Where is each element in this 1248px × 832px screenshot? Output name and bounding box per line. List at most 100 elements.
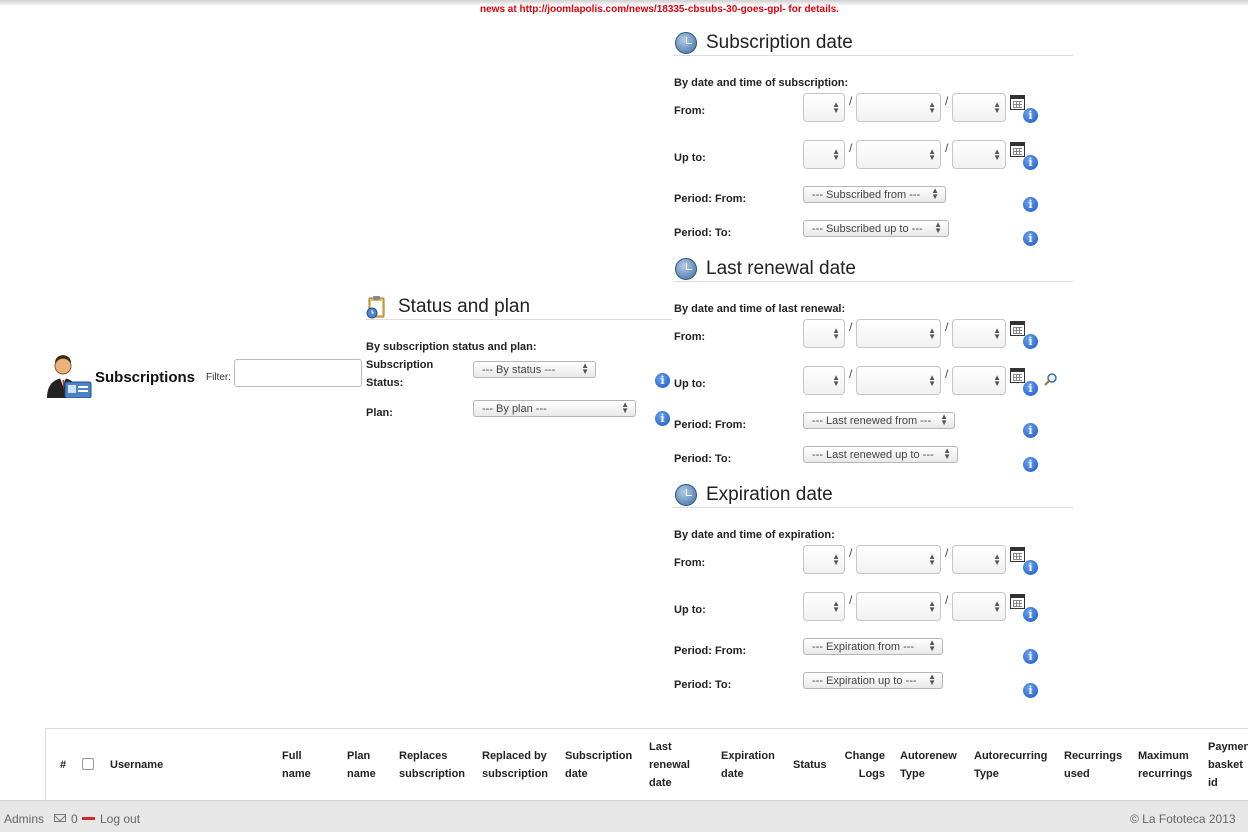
envelope-icon[interactable]: [54, 814, 66, 822]
month-select[interactable]: ▲ ▼: [856, 592, 941, 621]
month-select[interactable]: ▲ ▼: [856, 366, 941, 395]
column-change-logs[interactable]: Change Logs: [843, 747, 885, 783]
status-plan-subtitle: By subscription status and plan:: [366, 341, 537, 353]
select-arrows-icon: ▲ ▼: [621, 400, 629, 415]
select-arrows-icon: ▲ ▼: [928, 100, 936, 115]
column-payment-basket[interactable]: Paymen basket id: [1208, 738, 1248, 792]
status-select[interactable]: --- By status --- ▲ ▼: [473, 361, 596, 378]
info-icon[interactable]: i: [1023, 197, 1038, 212]
plan-select[interactable]: --- By plan --- ▲ ▼: [473, 400, 636, 417]
news-notice[interactable]: news at http://joomlapolis.com/news/1833…: [480, 4, 839, 15]
select-arrows-icon: ▲ ▼: [993, 147, 1001, 162]
select-arrows-icon: ▲ ▼: [832, 326, 840, 341]
select-arrows-icon: ▲ ▼: [928, 326, 936, 341]
column-username[interactable]: Username: [110, 756, 163, 774]
select-arrows-icon: ▲ ▼: [928, 552, 936, 567]
day-select[interactable]: ▲ ▼: [803, 366, 845, 395]
day-select[interactable]: ▲ ▼: [803, 319, 845, 348]
year-select[interactable]: ▲ ▼: [952, 545, 1006, 574]
info-icon[interactable]: i: [1023, 108, 1038, 123]
user-card-icon: [47, 355, 92, 398]
year-select[interactable]: ▲ ▼: [952, 93, 1006, 122]
column-status[interactable]: Status: [793, 756, 827, 774]
subscription-status-label-2: Status:: [366, 377, 404, 389]
date-separator: /: [849, 367, 853, 381]
select-arrows-icon: ▲ ▼: [940, 412, 948, 427]
info-icon[interactable]: i: [1023, 381, 1038, 396]
column-autorecurring-type[interactable]: Autorecurring Type: [974, 747, 1047, 783]
expiration-from-select[interactable]: --- Expiration from --- ▲ ▼: [803, 638, 943, 655]
column-full-name[interactable]: Full name: [282, 747, 311, 783]
select-arrows-icon: ▲ ▼: [993, 326, 1001, 341]
calendar-icon[interactable]: [1010, 142, 1025, 157]
month-select[interactable]: ▲ ▼: [856, 319, 941, 348]
subscription-date-subtitle: By date and time of subscription:: [674, 77, 849, 89]
select-arrows-icon: ▲ ▼: [832, 599, 840, 614]
column-autorenew-type[interactable]: Autorenew Type: [900, 747, 957, 783]
subscriptions-table-header: # Username Full name Plan name Replaces sub…: [45, 728, 1248, 800]
year-select[interactable]: ▲ ▼: [952, 319, 1006, 348]
filter-input[interactable]: [234, 359, 362, 387]
column-recurrings-used[interactable]: Recurrings used: [1064, 747, 1122, 783]
day-select[interactable]: ▲ ▼: [803, 140, 845, 169]
info-icon[interactable]: i: [1023, 683, 1038, 698]
period-to-label: Period: To:: [674, 679, 732, 691]
calendar-icon[interactable]: [1010, 594, 1025, 609]
logout-link[interactable]: Log out: [100, 812, 140, 826]
messages-count[interactable]: 0: [71, 812, 78, 826]
info-icon[interactable]: i: [1023, 423, 1038, 438]
info-icon[interactable]: i: [1023, 649, 1038, 664]
calendar-icon[interactable]: [1010, 547, 1025, 562]
column-replaces[interactable]: Replaces subscription: [399, 747, 465, 783]
expiration-upto-select[interactable]: --- Expiration up to --- ▲ ▼: [803, 672, 943, 689]
year-select[interactable]: ▲ ▼: [952, 140, 1006, 169]
subscriptions-header: Subscriptions Filter:: [46, 352, 366, 400]
admins-link[interactable]: Admins: [4, 812, 44, 826]
column-subscription-date[interactable]: Subscription date: [565, 747, 632, 783]
calendar-icon[interactable]: [1010, 368, 1025, 383]
info-icon[interactable]: i: [655, 411, 670, 426]
filter-label: Filter:: [206, 372, 231, 383]
status-select-value: --- By status ---: [482, 364, 556, 376]
last-renewed-upto-select[interactable]: --- Last renewed up to --- ▲ ▼: [803, 446, 958, 463]
column-replaced-by[interactable]: Replaced by subscription: [482, 747, 548, 783]
info-icon[interactable]: i: [1023, 457, 1038, 472]
info-icon[interactable]: i: [1023, 607, 1038, 622]
date-separator: /: [945, 320, 949, 334]
year-select[interactable]: ▲ ▼: [952, 592, 1006, 621]
from-label: From:: [674, 331, 706, 343]
info-icon[interactable]: i: [1023, 155, 1038, 170]
select-all-checkbox[interactable]: [82, 758, 94, 770]
subscribed-from-select[interactable]: --- Subscribed from --- ▲ ▼: [803, 186, 946, 203]
logout-icon[interactable]: [82, 817, 95, 820]
month-select[interactable]: ▲ ▼: [856, 545, 941, 574]
column-max-recurrings[interactable]: Maximum recurrings: [1138, 747, 1192, 783]
search-icon[interactable]: [1044, 372, 1058, 386]
date-separator: /: [849, 546, 853, 560]
day-select[interactable]: ▲ ▼: [803, 545, 845, 574]
clock-icon: [675, 32, 697, 54]
month-select[interactable]: ▲ ▼: [856, 140, 941, 169]
clock-icon: [675, 484, 697, 506]
calendar-icon[interactable]: [1010, 321, 1025, 336]
select-arrows-icon: ▲ ▼: [934, 220, 942, 235]
last-renewed-from-select[interactable]: --- Last renewed from --- ▲ ▼: [803, 412, 955, 429]
column-plan-name[interactable]: Plan name: [347, 747, 376, 783]
select-arrows-icon: ▲ ▼: [931, 186, 939, 201]
subscribed-upto-select[interactable]: --- Subscribed up to --- ▲ ▼: [803, 220, 949, 237]
info-icon[interactable]: i: [1023, 560, 1038, 575]
select-arrows-icon: ▲ ▼: [832, 100, 840, 115]
year-select[interactable]: ▲ ▼: [952, 366, 1006, 395]
select-arrows-icon: ▲ ▼: [928, 672, 936, 687]
month-select[interactable]: ▲ ▼: [856, 93, 941, 122]
day-select[interactable]: ▲ ▼: [803, 592, 845, 621]
column-expiration-date[interactable]: Expiration date: [721, 747, 775, 783]
info-icon[interactable]: i: [655, 373, 670, 388]
info-icon[interactable]: i: [1023, 231, 1038, 246]
expiration-from-value: --- Expiration from ---: [812, 641, 915, 653]
info-icon[interactable]: i: [1023, 334, 1038, 349]
column-last-renewal[interactable]: Last renewal date: [649, 738, 690, 792]
column-number[interactable]: #: [60, 756, 66, 774]
day-select[interactable]: ▲ ▼: [803, 93, 845, 122]
calendar-icon[interactable]: [1010, 95, 1025, 110]
